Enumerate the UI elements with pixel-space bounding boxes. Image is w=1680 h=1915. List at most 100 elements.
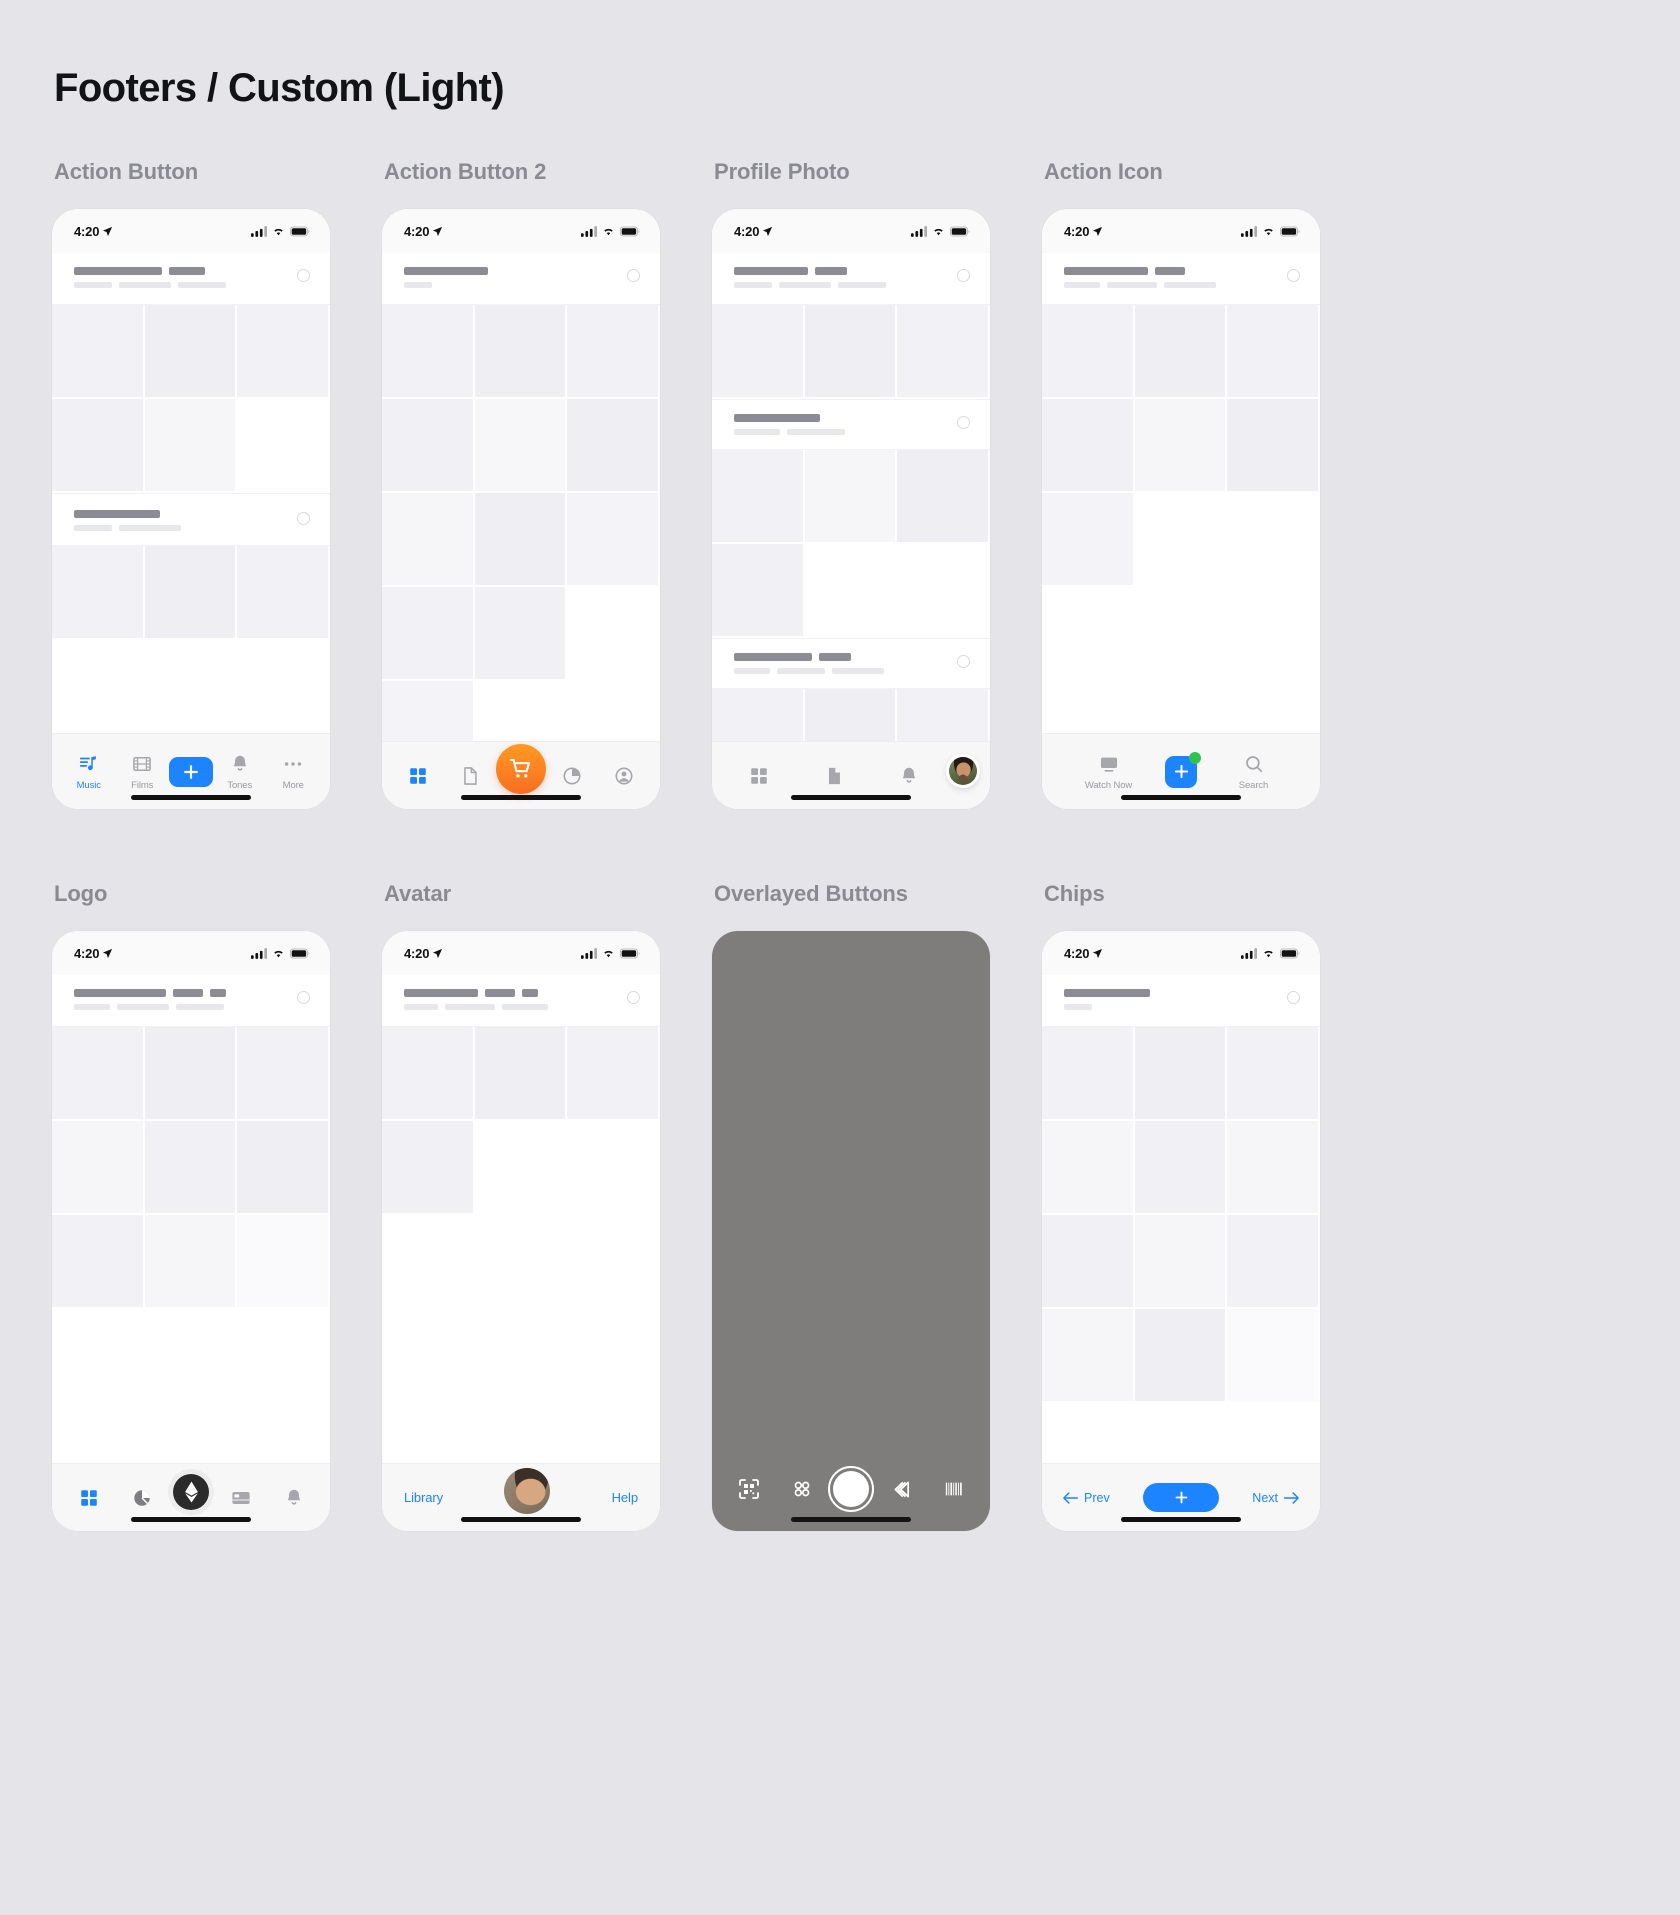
header-action-circle[interactable] [297, 269, 310, 282]
section-label: Action Icon [1044, 159, 1163, 184]
title-placeholder [1064, 267, 1216, 288]
tab-watch-now[interactable]: Watch Now [1052, 753, 1165, 791]
content-skeleton [382, 1027, 660, 1497]
plus-icon [184, 764, 198, 779]
tab-wallet[interactable] [214, 1487, 267, 1509]
tab-music[interactable]: Music [62, 753, 116, 791]
document-icon [464, 766, 477, 785]
tab-dashboard[interactable] [392, 765, 444, 787]
tab-dashboard[interactable] [62, 1487, 115, 1509]
camera-shutter-button[interactable] [828, 1466, 874, 1512]
home-indicator [461, 1517, 581, 1522]
location-arrow-icon [433, 226, 443, 236]
header-action-circle[interactable] [627, 269, 640, 282]
layers-button[interactable] [874, 1478, 927, 1501]
header-action-circle[interactable] [627, 991, 640, 1004]
location-arrow-icon [1093, 226, 1103, 236]
content-skeleton [1042, 1027, 1320, 1497]
content-skeleton-bottom [52, 546, 330, 734]
title-placeholder [404, 989, 548, 1010]
bell-icon [233, 755, 247, 771]
filters-button[interactable] [775, 1478, 828, 1500]
phone-mockup: 4:20 [1042, 209, 1320, 809]
avatar-image [504, 1467, 551, 1514]
header-action-circle[interactable] [1287, 991, 1300, 1004]
add-button[interactable] [1165, 751, 1201, 788]
wifi-icon [604, 228, 613, 236]
content-subheader [52, 493, 330, 546]
footer-camera-controls [712, 1447, 990, 1531]
layers-icon [894, 1481, 910, 1497]
subheader-action-circle[interactable] [297, 512, 310, 525]
footer-tabbar: Music Films Tones More [52, 733, 330, 809]
home-indicator [1121, 1517, 1241, 1522]
document-icon [828, 767, 840, 784]
tv-monitor-icon [1100, 757, 1117, 772]
content-header [1042, 253, 1320, 305]
cellular-signal-icon [1241, 947, 1257, 959]
tab-label: More [282, 779, 304, 791]
subtitle-placeholder [734, 414, 845, 435]
home-indicator [461, 795, 581, 800]
wifi-icon [1264, 228, 1273, 236]
title-placeholder [1064, 989, 1150, 1010]
footer-tabbar [382, 741, 660, 809]
cellular-signal-icon [251, 225, 267, 237]
subtitle-placeholder [74, 510, 181, 531]
content-header [52, 253, 330, 305]
barcode-button[interactable] [927, 1479, 980, 1499]
content-skeleton [382, 305, 660, 775]
next-button[interactable]: Next [1252, 1491, 1300, 1505]
cellular-signal-icon [251, 947, 267, 959]
next-label: Next [1252, 1490, 1278, 1505]
tab-notifications[interactable] [871, 765, 946, 787]
battery-icon [620, 226, 640, 236]
tab-account[interactable] [598, 765, 650, 787]
footer-tabbar: Watch Now Search [1042, 733, 1320, 809]
brand-logo-button[interactable] [168, 1468, 214, 1515]
status-indicators [251, 225, 310, 237]
tab-analytics[interactable] [546, 765, 598, 787]
section-label: Overlayed Buttons [714, 881, 908, 906]
tab-analytics[interactable] [115, 1487, 168, 1509]
tab-notifications[interactable] [267, 1487, 320, 1509]
tab-search[interactable]: Search [1197, 753, 1310, 791]
phone-mockup: 4:20 [52, 209, 330, 809]
location-arrow-icon [763, 226, 773, 236]
section-action-button: Action Button 4:20 Music Films Tones Mor… [52, 159, 382, 809]
tab-films[interactable]: Films [116, 753, 170, 791]
wifi-icon [274, 950, 283, 958]
header-action-circle[interactable] [1287, 269, 1300, 282]
tab-documents[interactable] [444, 765, 496, 787]
user-avatar-photo[interactable] [504, 1467, 551, 1514]
scan-code-button[interactable] [722, 1477, 775, 1501]
tab-more[interactable]: More [267, 753, 321, 791]
status-indicators [1241, 225, 1300, 237]
status-bar: 4:20 [382, 209, 660, 253]
cart-button[interactable] [496, 743, 546, 794]
prev-button[interactable]: Prev [1062, 1491, 1110, 1505]
add-button[interactable] [169, 756, 213, 787]
add-button[interactable] [1143, 1483, 1219, 1512]
subheader-action-circle[interactable] [957, 416, 970, 429]
title-placeholder [74, 989, 226, 1010]
tab-documents[interactable] [797, 765, 872, 787]
section-avatar: Avatar 4:20 Library Help [382, 881, 712, 1531]
phone-mockup: 4:20 [52, 931, 330, 1531]
tab-dashboard[interactable] [722, 765, 797, 787]
tab-tones[interactable]: Tones [213, 753, 267, 791]
cellular-signal-icon [581, 225, 597, 237]
avatar-image [949, 756, 978, 785]
library-link[interactable]: Library [404, 1490, 443, 1505]
bell-icon [902, 767, 916, 783]
header-action-circle[interactable] [957, 269, 970, 282]
profile-photo-avatar[interactable] [946, 753, 981, 788]
header-action-circle[interactable] [297, 991, 310, 1004]
subheader-2-action-circle[interactable] [957, 655, 970, 668]
home-indicator [791, 1517, 911, 1522]
help-link[interactable]: Help [612, 1490, 638, 1505]
person-circle-icon [615, 767, 633, 784]
section-action-button-2: Action Button 2 4:20 [382, 159, 712, 809]
plus-icon [1175, 1491, 1187, 1504]
content-header [382, 975, 660, 1027]
